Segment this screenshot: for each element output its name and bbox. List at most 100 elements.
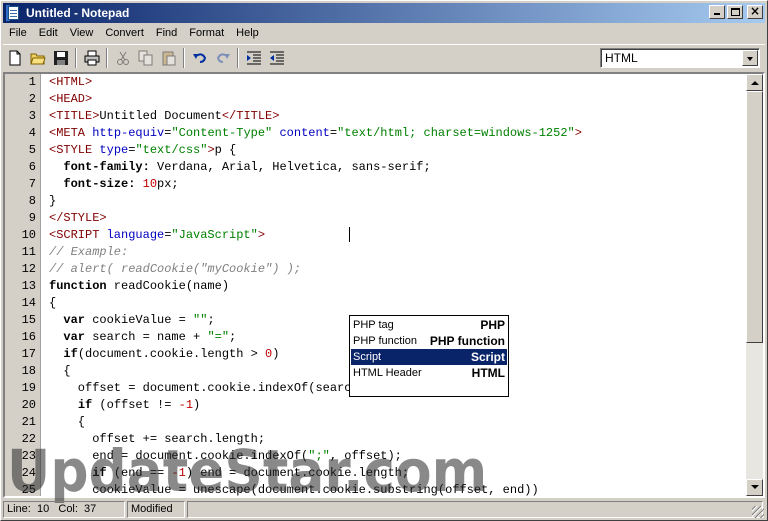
code-token: "=" bbox=[207, 330, 230, 344]
toolbar-separator bbox=[183, 47, 185, 68]
line-number: 6 bbox=[28, 160, 36, 174]
code-line: <HEAD> bbox=[49, 91, 92, 108]
code-token: if bbox=[63, 347, 78, 361]
paste-button[interactable] bbox=[158, 47, 180, 69]
outdent-button[interactable] bbox=[266, 47, 288, 69]
line-number-gutter: 1 2 3 4 5 6 7 8 9 10 11 12 13 14 15 16 17 18 19 20 21 22 23 24 2… bbox=[5, 74, 41, 496]
autocomplete-item[interactable]: Script Script bbox=[351, 349, 507, 365]
copy-button[interactable] bbox=[135, 47, 157, 69]
menu-edit[interactable]: Edit bbox=[33, 24, 64, 42]
code-text-area[interactable]: <HTML> <HEAD> <TITLE>Untitled Document</TI… bbox=[49, 74, 745, 496]
toolbar-separator bbox=[237, 47, 239, 68]
editor-area[interactable]: 1 2 3 4 5 6 7 8 9 10 11 12 13 14 15 16 17 18 19 20 21 22 23 24 2… bbox=[3, 72, 765, 498]
code-token: <HEAD> bbox=[49, 92, 93, 106]
code-token: http-equiv bbox=[92, 126, 165, 140]
code-line: { bbox=[49, 414, 85, 431]
redo-button[interactable] bbox=[212, 47, 234, 69]
paste-icon bbox=[162, 51, 176, 65]
code-line: var cookieValue = ""; bbox=[49, 312, 215, 329]
save-button[interactable] bbox=[50, 47, 72, 69]
minimize-button[interactable] bbox=[709, 5, 725, 19]
code-token: , offset); bbox=[329, 449, 402, 463]
code-line: // alert( readCookie("myCookie") ); bbox=[49, 261, 301, 278]
menu-help[interactable]: Help bbox=[230, 24, 265, 42]
autocomplete-item[interactable]: PHP function PHP function bbox=[351, 333, 507, 349]
autocomplete-item-type: Script bbox=[470, 350, 505, 364]
code-line: end = document.cookie.indexOf(";", offse… bbox=[49, 448, 402, 465]
code-token: <HTML> bbox=[49, 75, 93, 89]
menu-convert[interactable]: Convert bbox=[99, 24, 150, 42]
code-token: <TITLE> bbox=[49, 109, 100, 123]
indent-button[interactable] bbox=[243, 47, 265, 69]
undo-button[interactable] bbox=[189, 47, 211, 69]
code-token: font-size: bbox=[63, 177, 136, 191]
code-token: cookieValue = bbox=[85, 313, 194, 327]
code-token: font-family: bbox=[63, 160, 150, 174]
code-line: font-family: Verdana, Arial, Helvetica, … bbox=[49, 159, 430, 176]
code-token: px; bbox=[157, 177, 179, 191]
resize-grip[interactable] bbox=[752, 506, 764, 518]
code-line: if(document.cookie.length > 0) bbox=[49, 346, 279, 363]
code-token: { bbox=[49, 415, 86, 429]
close-button[interactable]: × bbox=[747, 4, 763, 19]
language-select[interactable]: HTML bbox=[600, 48, 760, 68]
scroll-up-button[interactable] bbox=[746, 74, 763, 91]
menu-file[interactable]: File bbox=[3, 24, 33, 42]
menu-view[interactable]: View bbox=[64, 24, 100, 42]
code-token: ; bbox=[229, 330, 237, 344]
language-dropdown-button[interactable] bbox=[742, 50, 758, 66]
scroll-down-button[interactable] bbox=[746, 479, 763, 496]
line-number: 18 bbox=[21, 364, 36, 378]
code-line: if (offset != -1) bbox=[49, 397, 200, 414]
title-bar[interactable]: Untitled - Notepad × bbox=[3, 3, 765, 23]
new-file-button[interactable] bbox=[4, 47, 26, 69]
code-line: function readCookie(name) bbox=[49, 278, 229, 295]
autocomplete-item-label: Script bbox=[353, 351, 382, 363]
status-empty-panel bbox=[187, 501, 763, 518]
code-token: "JavaScript" bbox=[171, 228, 258, 242]
open-button[interactable] bbox=[27, 47, 49, 69]
vertical-scrollbar[interactable] bbox=[746, 74, 763, 496]
code-line: <STYLE type="text/css">p { bbox=[49, 142, 236, 159]
code-token: 10 bbox=[142, 177, 158, 191]
menu-bar: File Edit View Convert Find Format Help bbox=[3, 24, 765, 42]
code-token: <STYLE bbox=[49, 143, 100, 157]
code-token: p { bbox=[214, 143, 237, 157]
code-token: ; bbox=[207, 313, 215, 327]
undo-icon bbox=[193, 52, 207, 63]
language-select-value: HTML bbox=[605, 51, 638, 65]
code-token: cookieValue = unescape(document.cookie.s… bbox=[49, 483, 539, 497]
code-line: if (end == -1) end = document.cookie.len… bbox=[49, 465, 409, 482]
maximize-button[interactable] bbox=[727, 5, 743, 19]
code-line: { bbox=[49, 295, 56, 312]
code-token: -1 bbox=[178, 398, 194, 412]
print-button[interactable] bbox=[81, 47, 103, 69]
line-number: 11 bbox=[21, 245, 36, 259]
code-token: type bbox=[99, 143, 129, 157]
line-number: 15 bbox=[21, 313, 36, 327]
line-number: 16 bbox=[21, 330, 36, 344]
notepad-app-icon bbox=[6, 5, 22, 21]
status-bar: Line: 10 Col: 37 Modified bbox=[3, 500, 765, 519]
code-token: (offset != bbox=[92, 398, 179, 412]
cut-button[interactable] bbox=[112, 47, 134, 69]
autocomplete-popup: PHP tag PHP PHP function PHP function Script… bbox=[349, 315, 509, 397]
menu-format[interactable]: Format bbox=[183, 24, 230, 42]
autocomplete-item[interactable]: PHP tag PHP bbox=[351, 317, 507, 333]
scrollbar-thumb[interactable] bbox=[746, 91, 763, 343]
code-token: "Content-Type" bbox=[171, 126, 273, 140]
line-number: 17 bbox=[21, 347, 36, 361]
code-token: > bbox=[257, 228, 266, 242]
code-token: -1 bbox=[171, 466, 186, 480]
code-line: font-size: 10px; bbox=[49, 176, 179, 193]
autocomplete-item[interactable]: HTML Header HTML bbox=[351, 365, 507, 381]
toolbar-separator bbox=[106, 47, 108, 68]
code-line: offset += search.length; bbox=[49, 431, 265, 448]
autocomplete-item-label: HTML Header bbox=[353, 367, 422, 379]
code-token: var bbox=[63, 313, 86, 327]
indent-icon bbox=[247, 51, 261, 64]
menu-find[interactable]: Find bbox=[150, 24, 183, 42]
